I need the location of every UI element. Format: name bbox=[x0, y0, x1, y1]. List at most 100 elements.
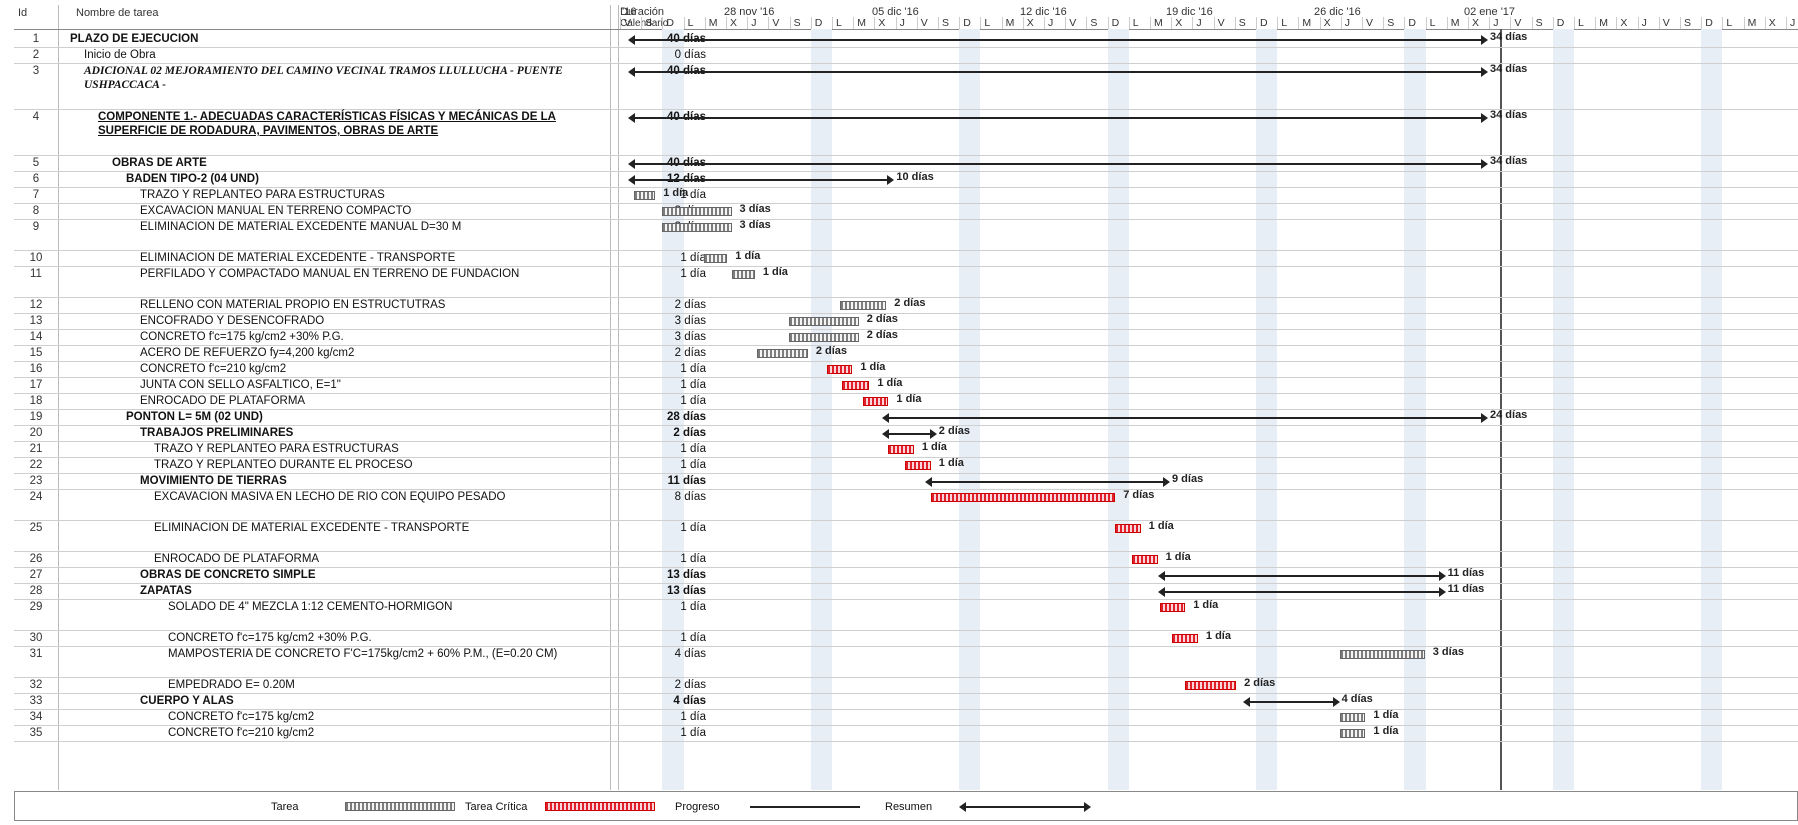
timescale-day-label: S bbox=[1535, 17, 1543, 29]
timescale-day-label: L bbox=[836, 17, 842, 29]
task-bar[interactable] bbox=[634, 191, 656, 200]
critical-task-bar[interactable] bbox=[888, 445, 914, 454]
summary-bar[interactable] bbox=[882, 429, 938, 439]
timescale-day-label: J bbox=[1790, 17, 1796, 29]
task-row[interactable]: 27 OBRAS DE CONCRETO SIMPLE 13 días bbox=[14, 567, 1798, 583]
task-row[interactable]: 15 ACERO DE REFUERZO fy=4,200 kg/cm2 2 día… bbox=[14, 345, 1798, 361]
task-row[interactable]: 26 ENROCADO DE PLATAFORMA 1 día bbox=[14, 551, 1798, 567]
task-row[interactable]: 35 CONCRETO f'c=210 kg/cm2 1 día bbox=[14, 725, 1798, 741]
critical-task-bar[interactable] bbox=[1132, 555, 1158, 564]
bar-duration-label: 1 día bbox=[921, 441, 947, 453]
day-gridline bbox=[1277, 17, 1279, 29]
task-name: BADEN TIPO-2 (04 UND) bbox=[126, 173, 259, 185]
task-row[interactable]: 13 ENCOFRADO Y DESENCOFRADO 3 días bbox=[14, 313, 1798, 329]
task-bar[interactable] bbox=[839, 301, 887, 310]
task-duration: 1 día bbox=[680, 711, 706, 723]
task-bar[interactable] bbox=[661, 223, 732, 232]
bar-duration-label: 1 día bbox=[1148, 520, 1174, 532]
summary-bar[interactable] bbox=[627, 175, 895, 185]
critical-task-bar[interactable] bbox=[826, 365, 853, 374]
day-gridline bbox=[1680, 17, 1681, 29]
critical-task-bar[interactable] bbox=[905, 461, 931, 470]
task-row[interactable]: 3 ADICIONAL 02 MEJORAMIENTO DEL CAMINO VE… bbox=[14, 63, 1798, 109]
task-id: 2 bbox=[32, 49, 40, 61]
task-bar[interactable] bbox=[1339, 713, 1366, 722]
critical-task-bar[interactable] bbox=[930, 493, 1116, 502]
task-row[interactable]: 9 ELIMINACION DE MATERIAL EXCEDENTE MANUA… bbox=[14, 219, 1798, 250]
task-row[interactable]: 17 JUNTA CON SELLO ASFALTICO, E=1" 1 día bbox=[14, 377, 1798, 393]
task-row[interactable]: 4 COMPONENTE 1.- ADECUADAS CARACTERÍSTICA… bbox=[14, 109, 1798, 155]
task-name: EXCAVACION MANUAL EN TERRENO COMPACTO bbox=[140, 205, 412, 217]
summary-bar[interactable] bbox=[628, 67, 1488, 77]
day-gridline bbox=[1192, 17, 1194, 29]
task-row[interactable]: 34 CONCRETO f'c=175 kg/cm2 1 día bbox=[14, 709, 1798, 725]
day-gridline bbox=[768, 17, 770, 29]
task-name: EXCAVACION MASIVA EN LECHO DE RIO CON EQ… bbox=[154, 491, 506, 503]
task-id: 21 bbox=[29, 443, 43, 455]
task-duration: 4 días bbox=[673, 695, 706, 707]
task-row[interactable]: 16 CONCRETO f'c=210 kg/cm2 1 día bbox=[14, 361, 1798, 377]
summary-bar[interactable] bbox=[1242, 697, 1340, 707]
task-bar[interactable] bbox=[731, 270, 755, 279]
critical-task-bar[interactable] bbox=[862, 397, 889, 406]
critical-task-bar[interactable] bbox=[1115, 524, 1141, 533]
critical-task-bar[interactable] bbox=[1172, 634, 1198, 643]
task-row[interactable]: 7 TRAZO Y REPLANTEO PARA ESTRUCTURAS 1 día bbox=[14, 187, 1798, 203]
task-id: 5 bbox=[32, 157, 40, 169]
task-row[interactable]: 14 CONCRETO f'c=175 kg/cm2 +30% P.G. 3 día… bbox=[14, 329, 1798, 345]
task-bar[interactable] bbox=[788, 317, 859, 326]
summary-bar[interactable] bbox=[1158, 587, 1446, 597]
id-column-header[interactable]: Id bbox=[18, 7, 27, 19]
task-bar[interactable] bbox=[1339, 729, 1366, 738]
summary-bar[interactable] bbox=[882, 413, 1488, 423]
task-row[interactable]: 28 ZAPATAS 13 días bbox=[14, 583, 1798, 599]
critical-task-bar[interactable] bbox=[1159, 603, 1186, 612]
task-row[interactable]: 30 CONCRETO f'c=175 kg/cm2 +30% P.G. 1 día bbox=[14, 630, 1798, 646]
legend-progress-label: Progreso bbox=[675, 801, 720, 813]
name-column-header[interactable]: Nombre de tarea bbox=[76, 7, 159, 19]
timescale-day-label: L bbox=[687, 17, 694, 29]
bar-duration-label: 10 días bbox=[896, 171, 934, 183]
task-id: 26 bbox=[29, 553, 43, 565]
bar-duration-label: 3 días bbox=[739, 219, 771, 231]
task-row[interactable]: 32 EMPEDRADO E= 0.20M 2 días bbox=[14, 677, 1798, 693]
task-row[interactable]: 10 ELIMINACION DE MATERIAL EXCEDENTE - TR… bbox=[14, 250, 1798, 266]
task-row[interactable]: 29 SOLADO DE 4" MEZCLA 1:12 CEMENTO-HORMI… bbox=[14, 599, 1798, 630]
bar-duration-label: 11 días bbox=[1447, 567, 1485, 579]
task-row[interactable]: 31 MAMPOSTERIA DE CONCRETO F'C=175kg/cm2 … bbox=[14, 646, 1798, 677]
summary-bar[interactable] bbox=[924, 477, 1171, 487]
task-bar[interactable] bbox=[788, 333, 859, 342]
critical-task-bar[interactable] bbox=[1185, 681, 1237, 690]
task-row[interactable]: 24 EXCAVACION MASIVA EN LECHO DE RIO CON … bbox=[14, 489, 1798, 520]
task-duration: 13 días bbox=[667, 569, 706, 581]
day-gridline bbox=[1658, 17, 1660, 29]
task-row[interactable]: 2 Inicio de Obra 0 días bbox=[14, 47, 1798, 63]
task-row[interactable]: 33 CUERPO Y ALAS 4 días bbox=[14, 693, 1798, 709]
task-name: TRAZO Y REPLANTEO PARA ESTRUCTURAS bbox=[140, 189, 385, 201]
summary-bar[interactable] bbox=[1158, 571, 1446, 581]
bar-duration-label: 1 día bbox=[877, 377, 903, 389]
task-row[interactable]: 11 PERFILADO Y COMPACTADO MANUAL EN TERRE… bbox=[14, 266, 1798, 297]
task-id: 27 bbox=[29, 569, 43, 581]
task-bar[interactable] bbox=[1339, 650, 1425, 659]
task-bar[interactable] bbox=[756, 349, 808, 358]
task-duration: 1 día bbox=[680, 443, 706, 455]
critical-task-bar[interactable] bbox=[841, 381, 870, 390]
header-divider bbox=[14, 29, 1798, 30]
summary-bar[interactable] bbox=[628, 113, 1488, 123]
summary-bar[interactable] bbox=[628, 35, 1488, 45]
day-gridline bbox=[1489, 17, 1491, 29]
task-row[interactable]: 25 ELIMINACION DE MATERIAL EXCEDENTE - TR… bbox=[14, 520, 1798, 551]
task-bar[interactable] bbox=[703, 254, 728, 263]
summary-bar[interactable] bbox=[628, 159, 1488, 169]
task-row[interactable]: 23 MOVIMIENTO DE TIERRAS 11 días bbox=[14, 473, 1798, 489]
timescale-day-label: M bbox=[1599, 17, 1608, 29]
legend-progress-swatch bbox=[750, 806, 860, 808]
day-gridline bbox=[704, 17, 706, 29]
day-gridline bbox=[1340, 17, 1342, 29]
task-id: 16 bbox=[29, 363, 43, 375]
task-row[interactable]: 8 EXCAVACION MANUAL EN TERRENO COMPACTO 3 … bbox=[14, 203, 1798, 219]
bar-duration-label: 1 día bbox=[735, 250, 761, 262]
timescale-day-label: V bbox=[1217, 17, 1225, 29]
task-bar[interactable] bbox=[661, 207, 732, 216]
